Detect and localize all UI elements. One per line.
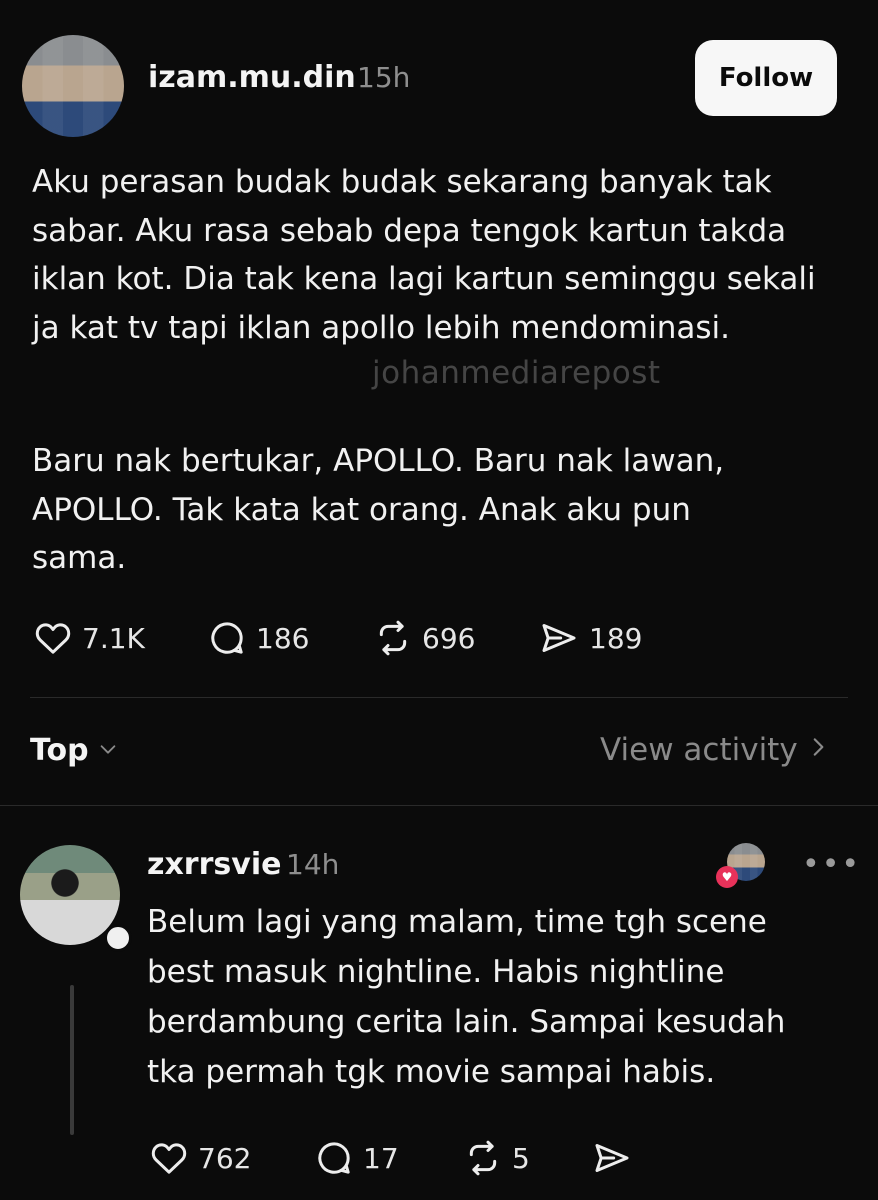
reply-avatar-badge [104,924,132,952]
send-icon [537,618,581,658]
send-icon [590,1138,634,1178]
heart-icon [32,618,74,658]
reply-text: Belum lagi yang malam, time tgh scene be… [147,904,786,1090]
post-divider [30,697,848,698]
reply-time: 14h [286,848,340,881]
chevron-down-icon [97,733,119,768]
comment-count: 186 [256,621,310,655]
like-action[interactable]: 7.1K [32,618,145,658]
watermark: johanmediarepost [372,355,661,391]
post-paragraph-1: Aku perasan budak budak sekarang banyak … [32,164,816,346]
repost-icon [372,618,414,658]
comment-icon [206,618,248,658]
repost-count: 696 [422,621,476,655]
post-time: 15h [357,61,411,94]
reply-comment-action[interactable]: 17 [313,1138,399,1178]
liked-by-author-heart-icon: ♥ [716,866,738,888]
repost-action[interactable]: 696 [372,618,475,658]
thread-line [70,985,74,1135]
heart-icon [148,1138,190,1178]
share-action[interactable]: 189 [537,618,642,658]
like-count: 7.1K [82,621,145,655]
more-options-icon[interactable]: ••• [802,847,861,882]
chevron-right-icon [810,732,826,768]
reply-repost-count: 5 [512,1141,530,1175]
repost-icon [462,1138,504,1178]
view-activity-label: View activity [600,732,798,768]
view-activity-link[interactable]: View activity [600,732,826,768]
reply-like-count: 762 [198,1141,252,1175]
share-count: 189 [589,621,643,655]
sort-label: Top [30,733,89,768]
reply-repost-action[interactable]: 5 [462,1138,530,1178]
section-divider [0,805,878,806]
post-avatar[interactable] [22,35,124,137]
comment-action[interactable]: 186 [206,618,309,658]
post-paragraph-2: Baru nak bertukar, APOLLO. Baru nak lawa… [32,443,725,576]
reply-comment-count: 17 [363,1141,399,1175]
reply-share-action[interactable] [590,1138,634,1178]
reply-username[interactable]: zxrrsvie [147,847,281,882]
reply-like-action[interactable]: 762 [148,1138,251,1178]
sort-dropdown[interactable]: Top [30,733,119,768]
follow-button[interactable]: Follow [695,40,837,116]
post-username[interactable]: izam.mu.din [148,60,356,95]
comment-icon [313,1138,355,1178]
